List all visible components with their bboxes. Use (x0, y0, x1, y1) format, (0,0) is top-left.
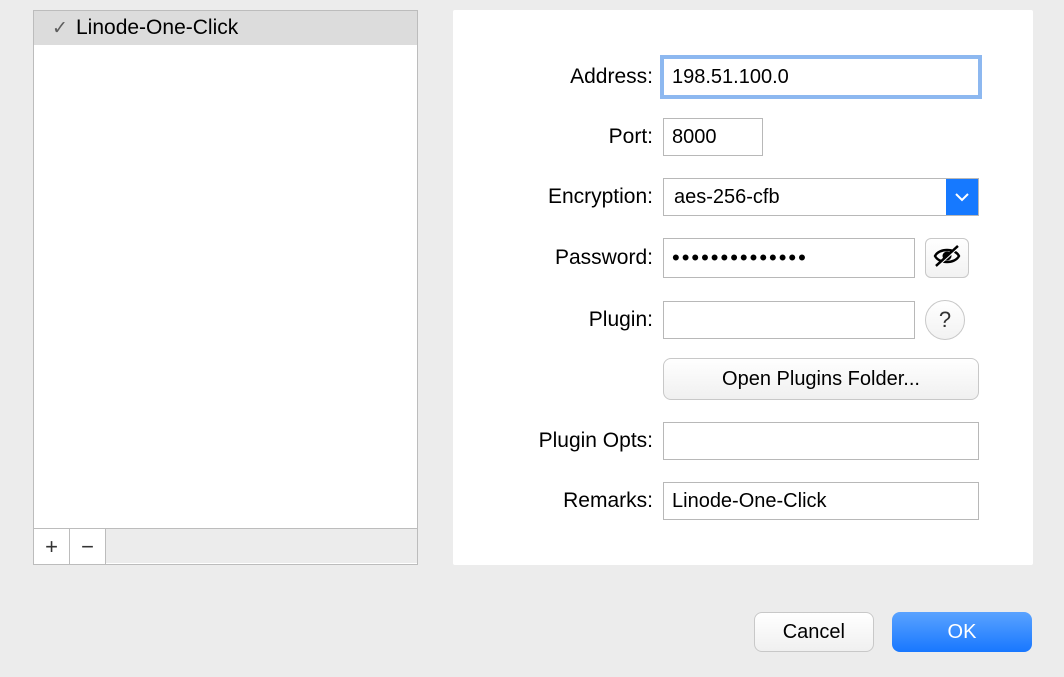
server-list-item-label: Linode-One-Click (76, 16, 407, 40)
remarks-input[interactable] (663, 482, 979, 520)
open-plugins-folder-button[interactable]: Open Plugins Folder... (663, 358, 979, 400)
plugin-opts-label: Plugin Opts: (453, 429, 663, 453)
list-footer: + − (34, 528, 417, 563)
footer-filler (106, 529, 417, 563)
port-input[interactable] (663, 118, 763, 156)
cancel-button[interactable]: Cancel (754, 612, 874, 652)
question-icon: ? (939, 307, 951, 333)
remarks-label: Remarks: (453, 489, 663, 513)
port-label: Port: (453, 125, 663, 149)
remove-server-button[interactable]: − (70, 529, 106, 564)
dialog-actions: Cancel OK (754, 612, 1032, 652)
password-input[interactable] (663, 238, 915, 278)
preferences-window: ✓ Linode-One-Click + − Address: Port: En… (0, 0, 1064, 677)
encryption-value: aes-256-cfb (674, 186, 780, 209)
plugin-opts-input[interactable] (663, 422, 979, 460)
encryption-label: Encryption: (453, 185, 663, 209)
chevron-down-icon (946, 179, 978, 215)
server-list-panel: ✓ Linode-One-Click + − (33, 10, 418, 565)
plugin-help-button[interactable]: ? (925, 300, 965, 340)
checkmark-icon: ✓ (44, 17, 76, 40)
encryption-select[interactable]: aes-256-cfb (663, 178, 979, 216)
add-server-button[interactable]: + (34, 529, 70, 564)
plugin-input[interactable] (663, 301, 915, 339)
server-list-item[interactable]: ✓ Linode-One-Click (34, 11, 417, 45)
server-list[interactable]: ✓ Linode-One-Click (34, 11, 417, 528)
address-label: Address: (453, 65, 663, 89)
address-input[interactable] (663, 58, 979, 96)
plugin-label: Plugin: (453, 308, 663, 332)
eye-slash-icon (932, 244, 962, 273)
ok-button[interactable]: OK (892, 612, 1032, 652)
password-label: Password: (453, 246, 663, 270)
server-form-panel: Address: Port: Encryption: aes-256-cfb (453, 10, 1033, 565)
toggle-password-visibility-button[interactable] (925, 238, 969, 278)
